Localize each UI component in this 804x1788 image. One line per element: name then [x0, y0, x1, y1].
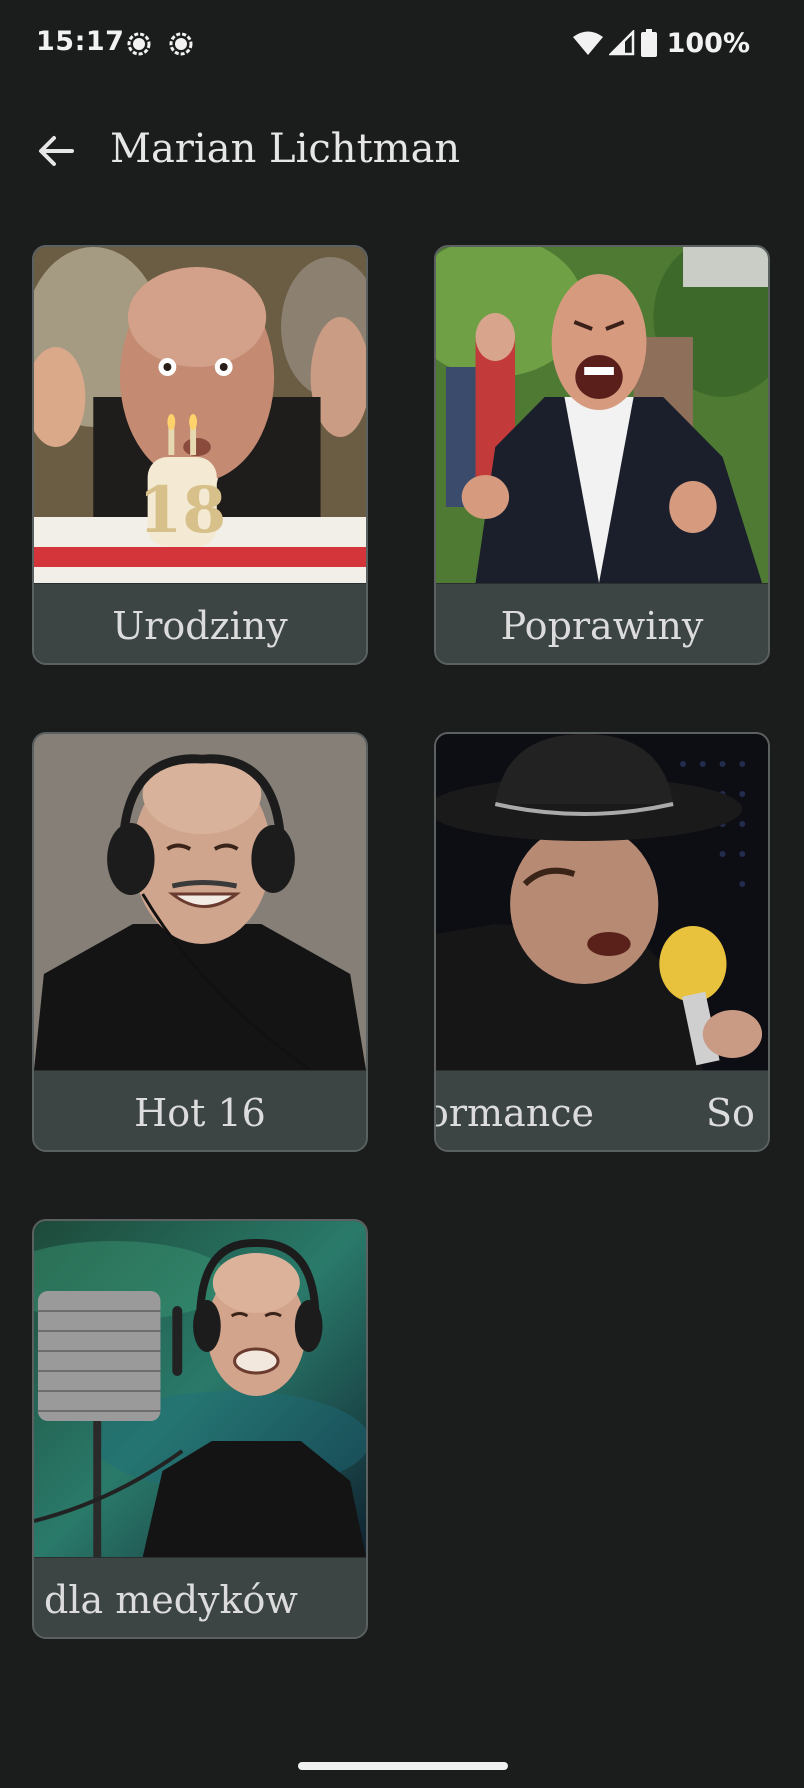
battery-icon: [640, 29, 657, 57]
system-indicators: 100%: [572, 26, 750, 60]
card-photo: [34, 1221, 366, 1557]
card-photo: [436, 247, 768, 583]
card-hot-16[interactable]: Hot 16: [32, 732, 368, 1152]
card-label: Urodziny: [34, 583, 366, 663]
signal-icon: [126, 31, 152, 57]
card-photo: [436, 734, 768, 1070]
back-arrow-icon[interactable]: [34, 129, 78, 173]
signal-icon: [168, 31, 194, 57]
app-bar: Marian Lichtman: [0, 110, 804, 190]
page-title: Marian Lichtman: [110, 126, 461, 172]
card-photo: 18: [34, 247, 366, 583]
battery-level: 100%: [666, 27, 750, 59]
card-label: ormance So: [436, 1070, 768, 1150]
gesture-nav-handle[interactable]: [298, 1762, 508, 1770]
card-dla-medykow[interactable]: dla medyków: [32, 1219, 368, 1639]
wifi-icon: [572, 30, 603, 56]
card-performance[interactable]: ormance So: [434, 732, 770, 1152]
card-label: Poprawiny: [436, 583, 768, 663]
cake-number: 18: [138, 473, 226, 548]
card-label-text: ormance: [436, 1091, 594, 1135]
card-label: Hot 16: [34, 1070, 366, 1150]
card-poprawiny[interactable]: Poprawiny: [434, 245, 770, 665]
status-bar: 15:17 100%: [0, 0, 804, 90]
cell-signal-icon: [608, 30, 635, 56]
card-label-tail: So: [705, 1091, 755, 1135]
clock: 15:17: [36, 26, 125, 57]
card-label: dla medyków: [34, 1557, 366, 1637]
card-photo: [34, 734, 366, 1070]
card-urodziny[interactable]: 18 Urodziny: [32, 245, 368, 665]
